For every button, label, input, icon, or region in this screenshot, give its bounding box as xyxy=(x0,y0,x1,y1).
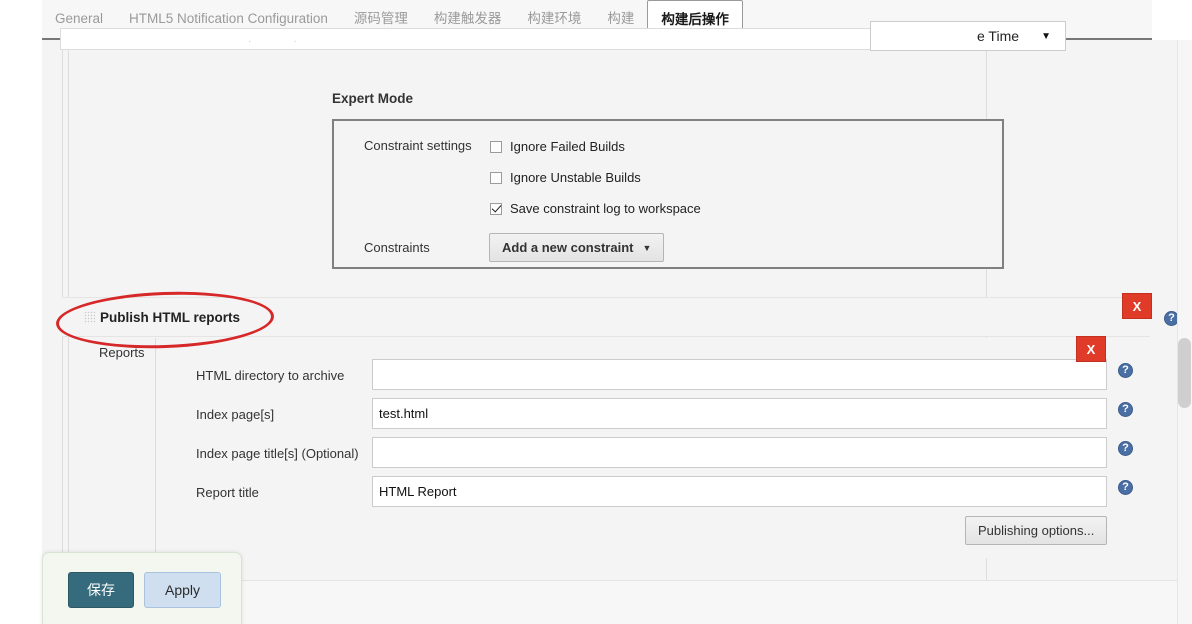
add-new-constraint-button[interactable]: Add a new constraint ▼ xyxy=(489,233,665,262)
tab-label: General xyxy=(55,11,104,26)
checkbox-icon[interactable] xyxy=(490,171,502,184)
checkbox-ignore-failed-builds[interactable]: Ignore Failed Builds xyxy=(490,139,625,154)
expert-mode-title: Expert Mode xyxy=(332,91,414,106)
drag-handle-icon[interactable] xyxy=(84,311,95,324)
row-report-title: Report title xyxy=(196,476,1136,515)
row-index-pages: Index page[s] xyxy=(196,398,1136,437)
index-pages-input[interactable] xyxy=(372,398,1107,429)
help-icon-html-directory[interactable]: ? xyxy=(1118,363,1133,378)
chevron-down-icon: ▼ xyxy=(1041,30,1051,42)
reports-label: Reports xyxy=(99,345,145,360)
publish-html-reports-title: Publish HTML reports xyxy=(100,310,241,325)
save-bar: 保存 Apply xyxy=(42,552,242,624)
checkbox-label: Save constraint log to workspace xyxy=(510,201,701,216)
vertical-scrollbar-thumb[interactable] xyxy=(1178,338,1191,408)
delete-section-button[interactable]: X xyxy=(1122,293,1152,319)
save-button[interactable]: 保存 xyxy=(68,572,134,608)
index-page-titles-label: Index page title[s] (Optional) xyxy=(196,446,359,461)
tab-label: 构建后操作 xyxy=(661,12,729,27)
previous-field-box[interactable] xyxy=(60,28,887,50)
checkbox-icon[interactable] xyxy=(490,140,502,153)
add-new-constraint-label: Add a new constraint xyxy=(502,240,634,255)
tab-label: 源码管理 xyxy=(353,11,408,26)
tab-label: 构建环境 xyxy=(527,11,582,26)
apply-button[interactable]: Apply xyxy=(144,572,221,608)
publishing-options-button[interactable]: Publishing options... xyxy=(965,516,1108,545)
time-dropdown-value: e Time xyxy=(977,28,1020,44)
index-page-titles-input[interactable] xyxy=(372,437,1107,468)
help-icon-index-pages[interactable]: ? xyxy=(1118,402,1133,417)
row-html-directory: HTML directory to archive xyxy=(196,359,1136,398)
row-index-page-titles: Index page title[s] (Optional) xyxy=(196,437,1136,476)
index-pages-label: Index page[s] xyxy=(196,407,275,422)
checkbox-icon-checked[interactable] xyxy=(490,202,502,215)
html-directory-input[interactable] xyxy=(372,359,1107,390)
tab-label: 构建 xyxy=(607,11,635,26)
delete-report-button[interactable]: X xyxy=(1076,336,1106,362)
checkbox-save-constraint-log[interactable]: Save constraint log to workspace xyxy=(490,201,701,216)
help-icon-report-title[interactable]: ? xyxy=(1118,480,1133,495)
vertical-scrollbar-track[interactable] xyxy=(1177,40,1192,624)
time-dropdown[interactable]: e Time ▼ xyxy=(870,21,1066,51)
page-root: General HTML5 Notification Configuration 源… xyxy=(0,0,1192,624)
html-directory-label: HTML directory to archive xyxy=(196,368,345,383)
tab-label: 构建触发器 xyxy=(433,11,502,26)
constraint-settings-label: Constraint settings xyxy=(364,138,472,153)
help-icon-index-page-titles[interactable]: ? xyxy=(1118,441,1133,456)
tab-label: HTML5 Notification Configuration xyxy=(129,11,328,26)
constraints-label: Constraints xyxy=(364,240,430,255)
report-title-label: Report title xyxy=(196,485,259,500)
checkbox-ignore-unstable-builds[interactable]: Ignore Unstable Builds xyxy=(490,170,641,185)
checkbox-label: Ignore Failed Builds xyxy=(510,139,625,154)
report-title-input[interactable] xyxy=(372,476,1107,507)
chevron-down-icon: ▼ xyxy=(642,242,652,253)
left-gutter xyxy=(0,0,42,624)
previous-field-dots: ·· xyxy=(248,36,339,47)
checkbox-label: Ignore Unstable Builds xyxy=(510,170,641,185)
